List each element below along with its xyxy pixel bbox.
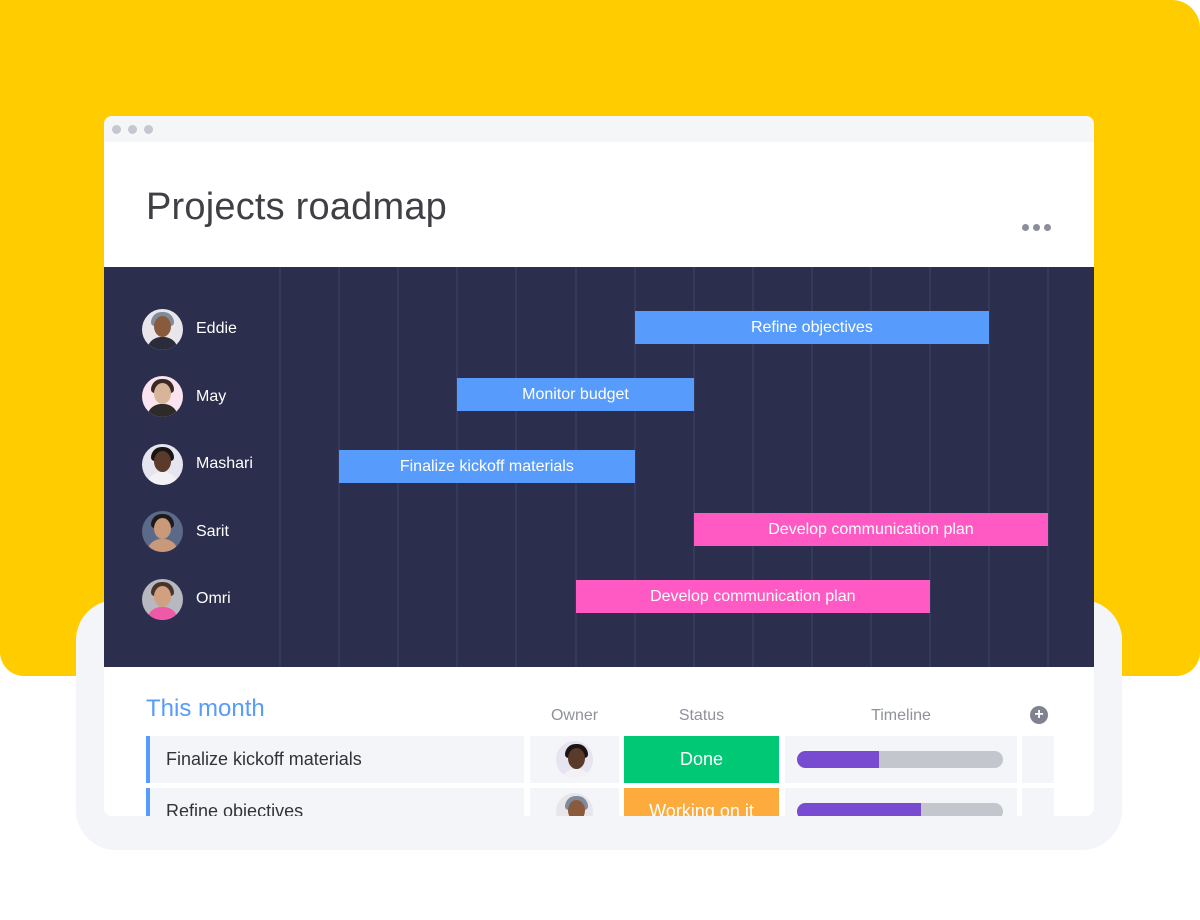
- more-horizontal-icon: [1044, 224, 1051, 231]
- plus-circle-icon: +: [1034, 706, 1044, 723]
- empty-cell[interactable]: [1022, 788, 1054, 816]
- person-name: Eddie: [196, 320, 237, 337]
- person-row-label: Sarit: [142, 511, 229, 553]
- owner-cell[interactable]: [530, 736, 619, 783]
- person-row-label: Mashari: [142, 443, 253, 485]
- timeline-track: [797, 803, 1003, 816]
- empty-cell[interactable]: [1022, 736, 1054, 783]
- group-title[interactable]: This month: [146, 695, 265, 723]
- gantt-gridline: [279, 267, 281, 667]
- more-options-button[interactable]: [1022, 224, 1051, 231]
- gantt-bar[interactable]: Monitor budget: [457, 378, 694, 411]
- avatar-body: [147, 404, 178, 417]
- avatar-body: [147, 539, 178, 552]
- avatar-face: [568, 748, 585, 769]
- gantt-bar[interactable]: Develop communication plan: [693, 513, 1049, 546]
- table-row[interactable]: Refine objectives Working on it: [146, 788, 1054, 816]
- add-column-button[interactable]: +: [1030, 706, 1048, 724]
- page-title: Projects roadmap: [146, 186, 448, 228]
- person-row-label: May: [142, 376, 226, 418]
- avatar-face: [154, 383, 171, 404]
- gantt-bar[interactable]: Develop communication plan: [575, 580, 931, 613]
- avatar-face: [568, 800, 585, 816]
- person-avatar[interactable]: [142, 511, 183, 552]
- person-avatar[interactable]: [142, 578, 183, 620]
- window-titlebar: [104, 116, 1094, 142]
- person-name: Mashari: [196, 455, 253, 472]
- timeline-progress-fill: [797, 751, 880, 768]
- avatar-body: [561, 769, 592, 778]
- person-name: Omri: [196, 590, 231, 607]
- owner-avatar[interactable]: [556, 741, 593, 778]
- status-cell[interactable]: Working on it: [624, 788, 779, 816]
- avatar-face: [154, 315, 171, 337]
- gantt-bar[interactable]: Finalize kickoff materials: [339, 450, 635, 483]
- person-name: May: [196, 387, 227, 405]
- app-window: Projects roadmap Eddie May Mashari Sarit Omr…: [104, 116, 1094, 816]
- avatar-body: [147, 336, 178, 350]
- window-dot-icon: [128, 124, 137, 134]
- timeline-progress-fill: [797, 803, 921, 816]
- owner-cell[interactable]: [530, 788, 619, 816]
- owner-avatar[interactable]: [556, 793, 593, 816]
- window-dot-icon: [144, 124, 153, 134]
- person-avatar[interactable]: [142, 443, 183, 485]
- board-header: Projects roadmap: [104, 142, 1094, 267]
- person-name: Sarit: [196, 522, 229, 540]
- more-horizontal-icon: [1033, 224, 1040, 231]
- gantt-gridline: [1047, 267, 1050, 667]
- gantt-bar[interactable]: Refine objectives: [634, 311, 990, 344]
- gantt-chart: Eddie May Mashari Sarit Omri Refine objective…: [104, 267, 1094, 667]
- item-name-cell[interactable]: Refine objectives: [146, 788, 524, 816]
- person-avatar[interactable]: [142, 308, 183, 350]
- avatar-face: [154, 518, 171, 539]
- person-avatar[interactable]: [142, 376, 183, 417]
- item-name-cell[interactable]: Finalize kickoff materials: [146, 736, 524, 783]
- timeline-cell[interactable]: [785, 736, 1017, 783]
- column-header-timeline[interactable]: Timeline: [785, 707, 1017, 725]
- table-row[interactable]: Finalize kickoff materials Done: [146, 736, 1054, 783]
- avatar-body: [147, 471, 178, 485]
- person-row-label: Eddie: [142, 308, 237, 350]
- column-header-owner[interactable]: Owner: [530, 707, 619, 725]
- timeline-track: [797, 751, 1003, 768]
- timeline-cell[interactable]: [785, 788, 1017, 816]
- avatar-face: [154, 450, 171, 472]
- board-table: This month Owner Status Timeline + Final…: [104, 667, 1094, 816]
- avatar-face: [154, 585, 171, 607]
- window-dot-icon: [112, 124, 121, 134]
- more-horizontal-icon: [1022, 224, 1029, 231]
- status-cell[interactable]: Done: [624, 736, 779, 783]
- column-header-status[interactable]: Status: [624, 707, 779, 725]
- avatar-body: [147, 606, 178, 620]
- person-row-label: Omri: [142, 578, 231, 620]
